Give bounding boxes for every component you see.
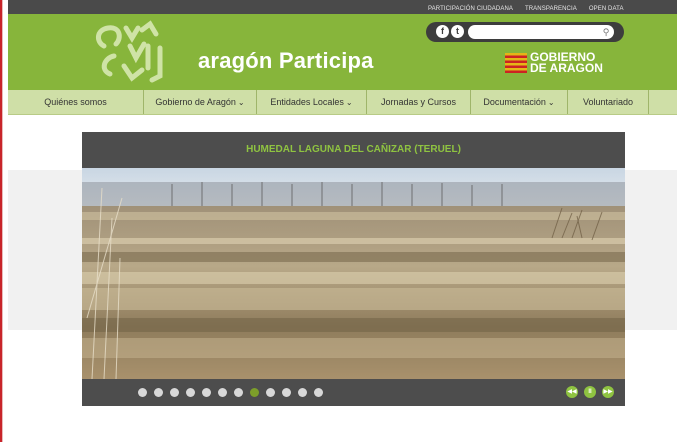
gov-logo-text: GOBIERNO DE ARAGON (530, 51, 603, 75)
slide-dot[interactable] (298, 388, 307, 397)
search-bar: f t ⚲ (426, 22, 624, 42)
top-link-transparencia[interactable]: TRANSPARENCIA (525, 6, 577, 12)
top-link-participacion[interactable]: PARTICIPACIÓN CIUDADANA (428, 6, 513, 12)
page-left-border-shadow (2, 0, 3, 442)
aragon-participa-logo-icon[interactable] (86, 16, 186, 88)
slide-dot[interactable] (218, 388, 227, 397)
nav-item-gobierno-de-aragon[interactable]: Gobierno de Aragón ⌄ (144, 90, 257, 114)
top-links: PARTICIPACIÓN CIUDADANA TRANSPARENCIA OP… (428, 6, 624, 12)
slide-dot[interactable] (138, 388, 147, 397)
nav-item-voluntariado[interactable]: Voluntariado (568, 90, 649, 114)
top-link-open-data[interactable]: OPEN DATA (589, 6, 624, 12)
nav-item-documentacion[interactable]: Documentación ⌄ (471, 90, 568, 114)
aragon-flag-icon (505, 53, 527, 73)
slider-controls: ◀◀ II ▶▶ (82, 379, 625, 406)
chevron-down-icon: ⌄ (345, 98, 353, 107)
gobierno-aragon-logo[interactable]: GOBIERNO DE ARAGON (505, 51, 603, 75)
search-input[interactable] (468, 25, 614, 39)
slide-dot[interactable] (186, 388, 195, 397)
facebook-icon[interactable]: f (436, 25, 449, 38)
chevron-down-icon: ⌄ (237, 98, 245, 107)
gov-logo-line2: DE ARAGON (530, 61, 603, 75)
chevron-down-icon: ⌄ (547, 98, 555, 107)
nav-item-label: Quiénes somos (44, 97, 107, 107)
nav-item-entidades-locales[interactable]: Entidades Locales ⌄ (257, 90, 367, 114)
slide-dot[interactable] (154, 388, 163, 397)
slide-title[interactable]: HUMEDAL LAGUNA DEL CAÑIZAR (TERUEL) (82, 132, 625, 168)
next-slide-icon[interactable]: ▶▶ (602, 386, 614, 398)
slide-dot[interactable] (234, 388, 243, 397)
twitter-icon[interactable]: t (451, 25, 464, 38)
nav-item-label: Voluntariado (582, 97, 634, 107)
nav-item-label: Documentación (483, 97, 546, 107)
slide-image[interactable] (82, 168, 625, 379)
nav-item-label: Gobierno de Aragón (155, 97, 236, 107)
image-slider: HUMEDAL LAGUNA DEL CAÑIZAR (TERUEL) ◀◀ I… (82, 132, 625, 406)
nav-item-label: Jornadas y Cursos (380, 97, 457, 107)
previous-slide-icon[interactable]: ◀◀ (566, 386, 578, 398)
top-utility-bar: PARTICIPACIÓN CIUDADANA TRANSPARENCIA OP… (8, 0, 677, 14)
nav-item-jornadas-y-cursos[interactable]: Jornadas y Cursos (367, 90, 471, 114)
slide-dot[interactable] (282, 388, 291, 397)
main-navigation: Quiénes somos Gobierno de Aragón ⌄ Entida… (8, 90, 677, 115)
slide-dot[interactable] (314, 388, 323, 397)
slide-dot-active[interactable] (250, 388, 259, 397)
slide-dot[interactable] (170, 388, 179, 397)
nav-item-label: Entidades Locales (270, 97, 344, 107)
site-header: aragón Participa f t ⚲ GOBIERNO DE ARAGO… (8, 14, 677, 90)
slide-dot[interactable] (266, 388, 275, 397)
search-icon[interactable]: ⚲ (600, 25, 612, 39)
slide-dot[interactable] (202, 388, 211, 397)
site-title[interactable]: aragón Participa (198, 48, 374, 74)
pause-icon[interactable]: II (584, 386, 596, 398)
nav-item-quienes-somos[interactable]: Quiénes somos (8, 90, 144, 114)
